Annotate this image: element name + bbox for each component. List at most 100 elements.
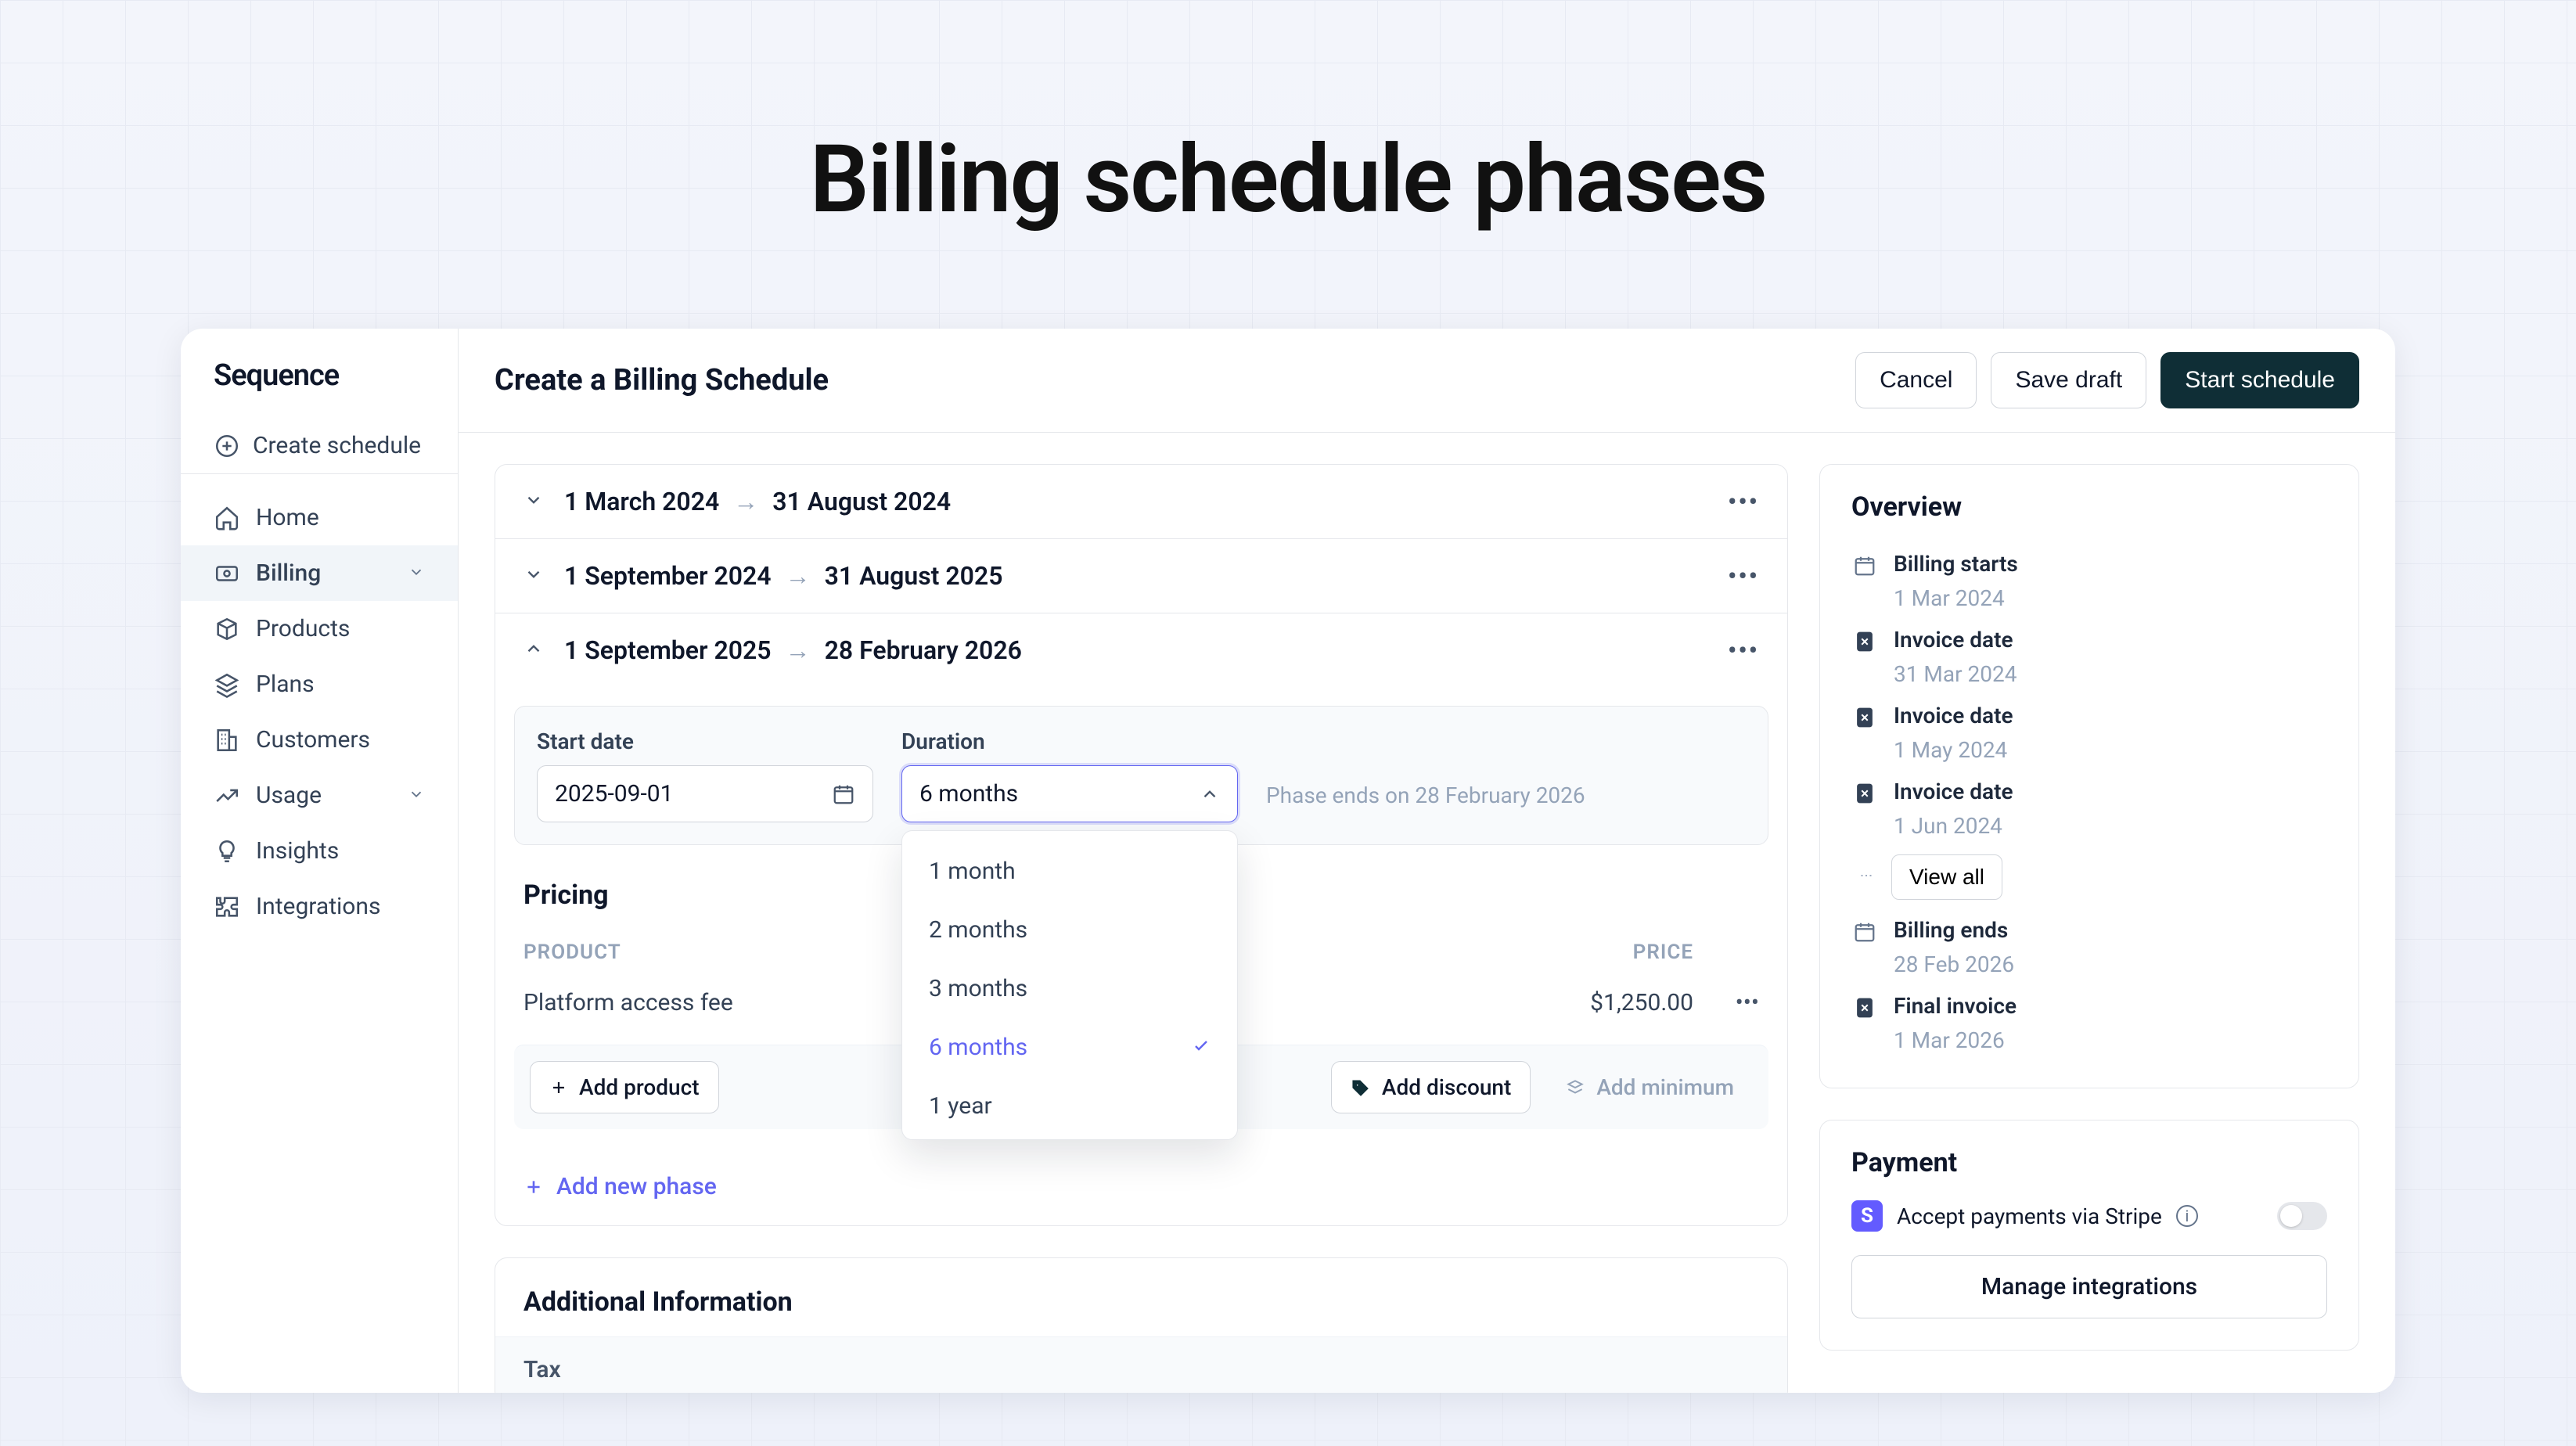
- puzzle-icon: [214, 894, 240, 920]
- add-phase-label: Add new phase: [556, 1173, 717, 1200]
- timeline-date: 1 May 2024: [1851, 737, 2327, 763]
- duration-select[interactable]: 6 months: [901, 765, 1238, 822]
- phase-start: 1 September 2024: [564, 561, 772, 591]
- col-price: PRICE: [1439, 941, 1728, 964]
- start-schedule-button[interactable]: Start schedule: [2160, 352, 2359, 408]
- arrow-icon: →: [772, 635, 825, 665]
- info-icon[interactable]: i: [2176, 1205, 2198, 1227]
- duration-dropdown: 1 month 2 months 3 months 6 months 1 year: [901, 830, 1238, 1140]
- timeline-item: Invoice date: [1851, 622, 2327, 660]
- nav-label: Billing: [256, 559, 321, 587]
- duration-option[interactable]: 6 months: [902, 1018, 1237, 1077]
- layers-icon: [214, 671, 240, 698]
- nav-home[interactable]: Home: [181, 490, 458, 545]
- product-price: $1,250.00: [1439, 989, 1728, 1016]
- cancel-button[interactable]: Cancel: [1855, 352, 1977, 408]
- sidebar-nav: Home Billing Products Plans: [181, 490, 458, 934]
- phase-row-1[interactable]: 1 March 2024 → 31 August 2024 •••: [495, 465, 1787, 539]
- billing-icon: [214, 560, 240, 587]
- add-minimum-button[interactable]: Add minimum: [1546, 1062, 1753, 1113]
- duration-option-label: 6 months: [929, 1034, 1027, 1061]
- timeline-label: Invoice date: [1894, 627, 2013, 653]
- duration-value: 6 months: [919, 780, 1018, 808]
- home-icon: [214, 505, 240, 531]
- chevron-down-icon: [408, 559, 425, 587]
- nav-label: Integrations: [256, 893, 380, 920]
- phase-menu-button[interactable]: •••: [1728, 635, 1759, 665]
- duration-option-label: 1 year: [929, 1092, 992, 1120]
- building-icon: [214, 727, 240, 754]
- overview-card: Overview Billing starts1 Mar 2024Invoice…: [1819, 464, 2359, 1088]
- timeline-date: 31 Mar 2024: [1851, 661, 2327, 687]
- row-menu-button[interactable]: •••: [1728, 989, 1759, 1016]
- duration-option[interactable]: 3 months: [902, 959, 1237, 1018]
- nav-integrations[interactable]: Integrations: [181, 879, 458, 934]
- phase-end: 31 August 2025: [825, 561, 1003, 591]
- stripe-icon: S: [1851, 1200, 1883, 1232]
- plus-circle-icon: [214, 433, 240, 459]
- bulb-icon: [214, 838, 240, 865]
- duration-option[interactable]: 2 months: [902, 901, 1237, 959]
- start-date-input[interactable]: 2025-09-01: [537, 765, 873, 822]
- nav-insights[interactable]: Insights: [181, 823, 458, 879]
- timeline-item: Final invoice: [1851, 988, 2327, 1026]
- payment-heading: Payment: [1820, 1120, 2358, 1192]
- hero-title: Billing schedule phases: [0, 0, 2576, 329]
- timeline-date: 1 Mar 2026: [1851, 1027, 2327, 1053]
- calendar-icon: [832, 782, 855, 806]
- trend-icon: [214, 782, 240, 809]
- nav-usage[interactable]: Usage: [181, 768, 458, 823]
- add-discount-button[interactable]: Add discount: [1331, 1061, 1531, 1113]
- timeline-item: Invoice date: [1851, 774, 2327, 811]
- chevron-down-icon: [523, 561, 545, 591]
- stripe-toggle[interactable]: [2277, 1202, 2327, 1230]
- phase-menu-button[interactable]: •••: [1728, 487, 1759, 516]
- phase-menu-button[interactable]: •••: [1728, 561, 1759, 591]
- timeline-label: Invoice date: [1894, 703, 2013, 728]
- nav-label: Usage: [256, 782, 322, 809]
- add-product-label: Add product: [579, 1074, 700, 1100]
- duration-option[interactable]: 1 year: [902, 1077, 1237, 1135]
- nav-label: Home: [256, 504, 319, 531]
- add-minimum-label: Add minimum: [1596, 1074, 1734, 1100]
- nav-plans[interactable]: Plans: [181, 656, 458, 712]
- phase-row-3[interactable]: 1 September 2025 → 28 February 2026 •••: [495, 613, 1787, 687]
- arrow-icon: →: [719, 487, 772, 516]
- nav-products[interactable]: Products: [181, 601, 458, 656]
- nav-label: Plans: [256, 671, 315, 698]
- duration-option-label: 2 months: [929, 916, 1027, 944]
- nav-customers[interactable]: Customers: [181, 712, 458, 768]
- manage-integrations-button[interactable]: Manage integrations: [1851, 1255, 2327, 1318]
- phase-start: 1 March 2024: [564, 487, 719, 516]
- sidebar: Sequence Create schedule Home Billing: [181, 329, 459, 1393]
- chevron-up-icon: [1200, 784, 1220, 804]
- calendar-icon: [1851, 552, 1878, 579]
- timeline-label: Final invoice: [1894, 993, 2017, 1019]
- create-schedule-label: Create schedule: [253, 432, 421, 459]
- payment-card: Payment S Accept payments via Stripe i M…: [1819, 1120, 2359, 1351]
- invoice-icon: [1851, 780, 1878, 807]
- phase-date-block: Start date 2025-09-01 Duration: [514, 706, 1768, 845]
- tax-row[interactable]: Tax: [495, 1336, 1787, 1393]
- create-schedule-button[interactable]: Create schedule: [181, 418, 458, 474]
- phase-start: 1 September 2025: [564, 635, 772, 665]
- phases-card: 1 March 2024 → 31 August 2024 ••• 1 Sept…: [495, 464, 1788, 1226]
- save-draft-button[interactable]: Save draft: [1991, 352, 2146, 408]
- add-product-button[interactable]: Add product: [530, 1061, 719, 1113]
- view-all-button[interactable]: View all: [1891, 854, 2002, 900]
- timeline-item: Billing ends: [1851, 912, 2327, 950]
- timeline-label: Invoice date: [1894, 779, 2013, 804]
- add-phase-button[interactable]: Add new phase: [495, 1148, 1787, 1225]
- timeline-date: 1 Jun 2024: [1851, 813, 2327, 839]
- phase-end: 31 August 2024: [772, 487, 951, 516]
- timeline-date: 28 Feb 2026: [1851, 951, 2327, 977]
- nav-billing[interactable]: Billing: [181, 545, 458, 601]
- phase-row-2[interactable]: 1 September 2024 → 31 August 2025 •••: [495, 539, 1787, 613]
- additional-heading: Additional Information: [495, 1258, 1787, 1336]
- ellipsis-vertical-icon: ⋮: [1859, 869, 1874, 885]
- plus-icon: [549, 1078, 568, 1097]
- timeline: Billing starts1 Mar 2024Invoice date31 M…: [1820, 538, 2358, 1088]
- phase-3-body: Start date 2025-09-01 Duration: [495, 706, 1787, 1129]
- duration-option[interactable]: 1 month: [902, 842, 1237, 901]
- chevron-up-icon: [523, 635, 545, 665]
